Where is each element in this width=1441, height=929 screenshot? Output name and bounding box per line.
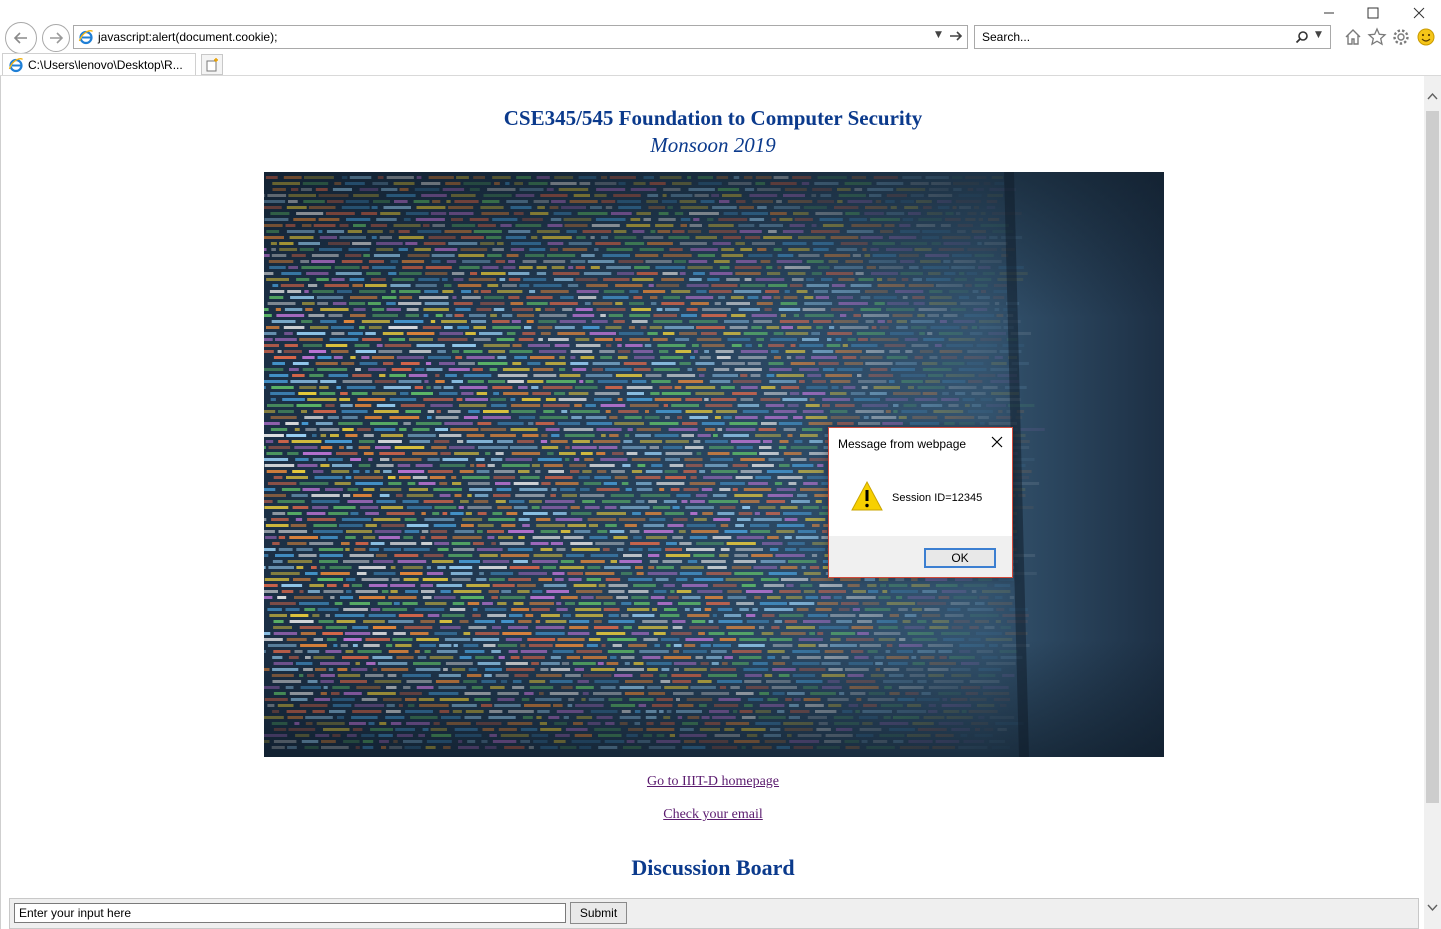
close-icon <box>1413 7 1425 19</box>
minimize-button[interactable] <box>1318 4 1340 22</box>
home-icon[interactable] <box>1343 27 1363 47</box>
back-arrow-icon <box>13 32 27 44</box>
vertical-scrollbar[interactable] <box>1424 76 1441 929</box>
alert-dialog: Message from webpage Session ID=12345 OK <box>828 427 1013 578</box>
address-bar[interactable]: javascript:alert(document.cookie); ▼ <box>73 25 968 49</box>
search-dropdown-icon[interactable]: ▼ <box>1315 30 1322 40</box>
forward-arrow-icon <box>50 32 64 44</box>
favorites-star-icon[interactable] <box>1367 27 1387 47</box>
maximize-icon <box>1367 7 1379 19</box>
ie-logo-icon <box>78 29 94 45</box>
check-email-link[interactable]: Check your email <box>1 807 1425 823</box>
address-url[interactable]: javascript:alert(document.cookie); <box>98 30 277 44</box>
discussion-form: Submit <box>9 898 1419 929</box>
discussion-input[interactable] <box>14 903 566 923</box>
scroll-down-icon[interactable] <box>1427 904 1438 912</box>
tab-active[interactable]: C:\Users\lenovo\Desktop\R... <box>2 53 196 76</box>
warning-icon <box>851 480 883 511</box>
browser-chrome: javascript:alert(document.cookie); ▼ ▼ C… <box>0 0 1441 76</box>
scrollbar-thumb[interactable] <box>1426 111 1439 803</box>
minimize-icon <box>1324 12 1334 14</box>
window-close-button[interactable] <box>1408 4 1430 22</box>
close-icon[interactable] <box>989 434 1005 450</box>
address-dropdown-icon[interactable]: ▼ <box>935 30 942 40</box>
search-input[interactable] <box>977 28 1277 46</box>
hero-code-image <box>264 172 1164 757</box>
search-icon[interactable] <box>1295 30 1309 44</box>
code-screen-photo <box>264 172 1164 757</box>
new-tab-icon <box>206 57 218 71</box>
search-bar[interactable]: ▼ <box>974 25 1331 49</box>
new-tab-button[interactable] <box>201 54 223 75</box>
page-subtitle: Monsoon 2019 <box>650 133 776 157</box>
submit-button[interactable]: Submit <box>570 902 627 924</box>
tab-title: C:\Users\lenovo\Desktop\R... <box>28 58 183 72</box>
ok-button[interactable]: OK <box>924 548 996 568</box>
discussion-board-title: Discussion Board <box>631 855 795 880</box>
settings-gear-icon[interactable] <box>1391 27 1411 47</box>
page-title: CSE345/545 Foundation to Computer Securi… <box>503 106 923 130</box>
dialog-title: Message from webpage <box>838 437 967 451</box>
back-button[interactable] <box>5 22 37 54</box>
maximize-button[interactable] <box>1362 4 1384 22</box>
page-viewport: CSE345/545 Foundation to Computer Securi… <box>0 76 1424 929</box>
go-arrow-icon[interactable] <box>948 28 964 44</box>
smiley-feedback-icon[interactable] <box>1416 27 1436 47</box>
ie-logo-icon <box>8 57 24 73</box>
dialog-message: Session ID=12345 <box>892 492 983 504</box>
dialog-footer: OK <box>829 536 1012 577</box>
scroll-up-icon[interactable] <box>1427 92 1438 100</box>
forward-button[interactable] <box>42 24 70 52</box>
iiitd-homepage-link[interactable]: Go to IIIT-D homepage <box>1 774 1425 790</box>
